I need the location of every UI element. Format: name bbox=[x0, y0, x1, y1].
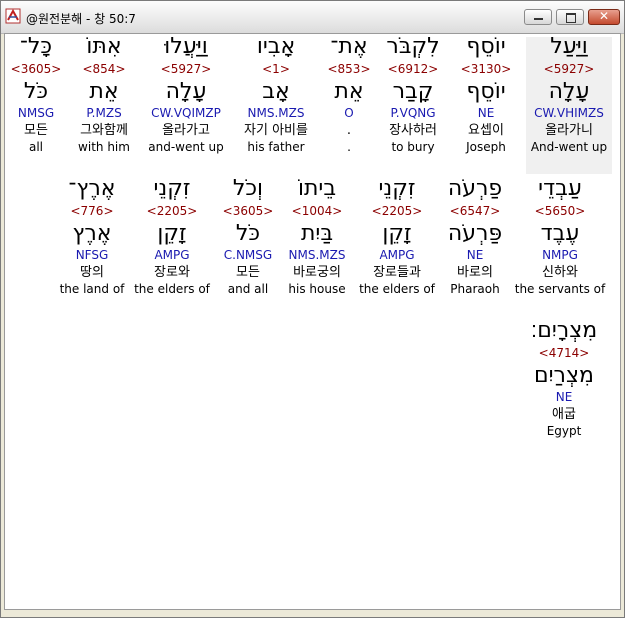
lemma: מִצְרַיִם bbox=[534, 363, 594, 388]
word-block[interactable]: כָּל־ <3605> כֹּל NMSG 모든 all bbox=[5, 34, 84, 155]
maximize-icon bbox=[566, 13, 576, 23]
english-gloss: his father bbox=[247, 140, 305, 154]
strong-number[interactable]: <5650> bbox=[512, 202, 608, 220]
korean-gloss: 올라가니 bbox=[545, 123, 593, 138]
lemma: אֶרֶץ bbox=[72, 221, 112, 246]
word-block[interactable]: אָבִיו <1> אָב NMS.MZS 자기 아비를 his father bbox=[228, 34, 324, 155]
parsing-code: NE bbox=[555, 390, 573, 404]
word-block[interactable]: מִצְרָיִם׃ <4714> מִצְרַיִם NE 애굽 Egypt bbox=[516, 318, 612, 439]
hebrew-word: מִצְרָיִם׃ bbox=[530, 318, 598, 343]
close-icon: ✕ bbox=[598, 9, 610, 23]
lemma: אָב bbox=[262, 79, 290, 104]
word-block[interactable]: אֶרֶץ־ <776> אֶרֶץ NFSG 땅의 the land of bbox=[44, 176, 140, 297]
hebrew-word: עַבְדֵי bbox=[538, 176, 582, 201]
korean-gloss: 자기 아비를 bbox=[244, 123, 308, 138]
parsing-code: NFSG bbox=[75, 248, 109, 262]
word-block[interactable]: עַבְדֵי <5650> עֶבֶד NMPG 신하와 the servan… bbox=[512, 176, 608, 297]
english-gloss: all bbox=[28, 140, 44, 154]
english-gloss: the servants of bbox=[514, 282, 606, 296]
hebrew-word: וַיַּעֲלוּ bbox=[164, 34, 208, 59]
english-gloss: And-went up bbox=[530, 140, 608, 154]
close-button[interactable]: ✕ bbox=[588, 9, 620, 25]
lemma: עָלָה bbox=[165, 79, 207, 104]
lemma: כֹּל bbox=[23, 79, 49, 104]
parsing-code: NMSG bbox=[17, 106, 55, 120]
strong-number[interactable]: <776> bbox=[44, 202, 140, 220]
korean-gloss: 땅의 bbox=[80, 265, 104, 280]
parsing-code: NMS.MZS bbox=[247, 106, 305, 120]
strong-number[interactable]: <1> bbox=[228, 60, 324, 78]
maximize-button[interactable] bbox=[556, 9, 584, 25]
english-gloss: the land of bbox=[59, 282, 125, 296]
window-title: @원전분해 - 창 50:7 bbox=[26, 12, 136, 26]
hebrew-word: אָבִיו bbox=[256, 34, 296, 59]
hebrew-word: כָּל־ bbox=[19, 34, 53, 59]
hebrew-word: וַיַּעַל bbox=[550, 34, 588, 59]
parsing-code: CW.VQIMZP bbox=[151, 106, 221, 120]
title-bar[interactable]: @원전분해 - 창 50:7 ✕ bbox=[1, 1, 624, 34]
word-block[interactable]: וַיַּעַל <5927> עָלָה CW.VHIMZS 올라가니 And… bbox=[521, 34, 617, 155]
lemma: עָלָה bbox=[548, 79, 590, 104]
interlinear-panel: וַיַּעַל <5927> עָלָה CW.VHIMZS 올라가니 And… bbox=[4, 33, 621, 610]
strong-number[interactable]: <3605> bbox=[5, 60, 84, 78]
app-window: @원전분해 - 창 50:7 ✕ וַיַּעַל <5927> עָלָה C… bbox=[0, 0, 625, 618]
strong-number[interactable]: <4714> bbox=[516, 344, 612, 362]
korean-gloss: 모든 bbox=[24, 123, 48, 138]
minimize-icon bbox=[534, 18, 543, 20]
korean-gloss: 애굽 bbox=[552, 407, 576, 422]
parsing-code: CW.VHIMZS bbox=[534, 106, 604, 120]
english-gloss: Egypt bbox=[546, 424, 582, 438]
app-icon bbox=[5, 8, 21, 24]
korean-gloss: 신하와 bbox=[542, 265, 578, 280]
word-block[interactable]: וַיַּעֲלוּ <5927> עָלָה CW.VQIMZP 올라가고 a… bbox=[138, 34, 234, 155]
hebrew-word: אֶרֶץ־ bbox=[68, 176, 116, 201]
strong-number[interactable]: <5927> bbox=[138, 60, 234, 78]
lemma: עֶבֶד bbox=[540, 221, 580, 246]
strong-number[interactable]: <5927> bbox=[521, 60, 617, 78]
minimize-button[interactable] bbox=[524, 9, 552, 25]
korean-gloss: 올라가고 bbox=[162, 123, 210, 138]
parsing-code: NMPG bbox=[542, 248, 578, 262]
english-gloss: and-went up bbox=[148, 140, 224, 154]
